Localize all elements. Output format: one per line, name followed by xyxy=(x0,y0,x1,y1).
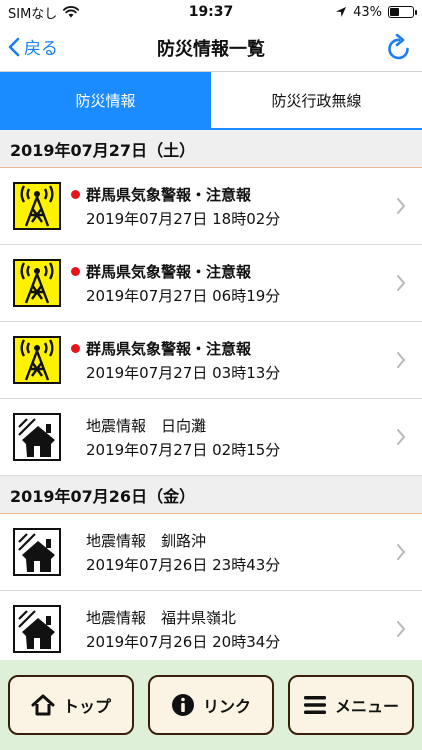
list-item-title: 群馬県気象警報・注意報 xyxy=(86,339,252,358)
page-title: 防災情報一覧 xyxy=(157,38,265,60)
list-item-title-line: 群馬県気象警報・注意報 xyxy=(71,338,280,359)
list-item-time: 2019年07月26日 23時43分 xyxy=(86,555,281,574)
tower-icon xyxy=(13,259,61,307)
tower-icon xyxy=(13,182,61,230)
battery-level xyxy=(390,8,400,16)
list-item[interactable]: 群馬県気象警報・注意報 2019年07月27日 03時13分 xyxy=(0,322,422,399)
chevron-right-icon xyxy=(397,429,405,445)
top-button[interactable]: トップ xyxy=(8,675,134,735)
battery-percent: 43% xyxy=(353,4,382,20)
unread-dot-spacer xyxy=(71,613,80,622)
list-item-title: 地震情報 釧路沖 xyxy=(86,531,207,550)
list-item-body: 地震情報 釧路沖 2019年07月26日 23時43分 xyxy=(71,530,280,575)
list-item-body: 群馬県気象警報・注意報 2019年07月27日 06時19分 xyxy=(71,261,280,306)
list-item-title: 地震情報 福井県嶺北 xyxy=(86,608,237,627)
chevron-right-icon xyxy=(397,352,405,368)
list-item[interactable]: 群馬県気象警報・注意報 2019年07月27日 18時02分 xyxy=(0,168,422,245)
location-arrow-icon xyxy=(336,7,347,17)
chevron-left-icon xyxy=(8,37,20,56)
top-button-label: トップ xyxy=(62,697,111,716)
list-item-body: 群馬県気象警報・注意報 2019年07月27日 03時13分 xyxy=(71,338,280,383)
list-item-body: 地震情報 福井県嶺北 2019年07月26日 20時34分 xyxy=(71,607,280,652)
unread-dot-spacer xyxy=(71,421,80,430)
list-item-time: 2019年07月27日 02時15分 xyxy=(86,440,281,459)
info-list: 2019年07月27日（土） 群馬県気象警報・注意報 2019年07月27日 1… xyxy=(0,130,422,660)
earthquake-house-icon xyxy=(13,528,61,576)
carrier-label: SIMなし xyxy=(8,6,58,22)
refresh-button[interactable] xyxy=(386,33,412,66)
list-item-title: 地震情報 日向灘 xyxy=(86,416,207,435)
hamburger-menu-icon xyxy=(303,696,326,714)
back-button-label: 戻る xyxy=(24,39,58,59)
unread-dot-spacer xyxy=(71,536,80,545)
menu-button-label: メニュー xyxy=(334,697,399,716)
unread-dot xyxy=(71,189,80,199)
bottom-bar: トップ リンク メニュー xyxy=(0,660,422,750)
list-item-title: 群馬県気象警報・注意報 xyxy=(86,185,252,204)
list-item[interactable]: 地震情報 日向灘 2019年07月27日 02時15分 xyxy=(0,399,422,476)
section-header: 2019年07月27日（土） xyxy=(0,130,422,168)
earthquake-house-icon xyxy=(13,413,61,461)
list-item-title-line: 群馬県気象警報・注意報 xyxy=(71,184,280,205)
status-left: SIMなし xyxy=(8,3,80,22)
tab-disaster-radio[interactable]: 防災行政無線 xyxy=(211,72,422,128)
unread-dot xyxy=(71,343,80,353)
list-item-title-line: 地震情報 釧路沖 xyxy=(71,530,280,551)
earthquake-house-icon xyxy=(13,605,61,653)
list-item-title-line: 群馬県気象警報・注意報 xyxy=(71,261,280,282)
list-item[interactable]: 地震情報 釧路沖 2019年07月26日 23時43分 xyxy=(0,514,422,591)
list-item[interactable]: 地震情報 福井県嶺北 2019年07月26日 20時34分 xyxy=(0,591,422,660)
list-item-body: 群馬県気象警報・注意報 2019年07月27日 18時02分 xyxy=(71,184,280,229)
list-item[interactable]: 群馬県気象警報・注意報 2019年07月27日 06時19分 xyxy=(0,245,422,322)
chevron-right-icon xyxy=(397,275,405,291)
unread-dot xyxy=(71,266,80,276)
list-item-title-line: 地震情報 日向灘 xyxy=(71,415,280,436)
list-item-time: 2019年07月27日 03時13分 xyxy=(86,363,281,382)
list-item-time: 2019年07月26日 20時34分 xyxy=(86,632,281,651)
menu-button[interactable]: メニュー xyxy=(288,675,414,735)
tab-disaster-info[interactable]: 防災情報 xyxy=(0,72,211,128)
battery-icon xyxy=(388,6,417,18)
section-header: 2019年07月26日（金） xyxy=(0,476,422,514)
list-item-body: 地震情報 日向灘 2019年07月27日 02時15分 xyxy=(71,415,280,460)
list-item-title-line: 地震情報 福井県嶺北 xyxy=(71,607,280,628)
tab-bar: 防災情報 防災行政無線 xyxy=(0,72,422,130)
status-bar: SIMなし 19:37 43% xyxy=(0,0,422,24)
chevron-right-icon xyxy=(397,621,405,637)
list-item-time: 2019年07月27日 06時19分 xyxy=(86,286,281,305)
list-item-time: 2019年07月27日 18時02分 xyxy=(86,209,281,228)
list-item-title: 群馬県気象警報・注意報 xyxy=(86,262,252,281)
back-button[interactable]: 戻る xyxy=(8,34,58,59)
tower-icon xyxy=(13,336,61,384)
nav-bar: 戻る 防災情報一覧 xyxy=(0,24,422,72)
info-icon xyxy=(171,694,194,716)
home-icon xyxy=(31,694,55,716)
chevron-right-icon xyxy=(397,544,405,560)
link-button-label: リンク xyxy=(202,697,251,716)
status-right: 43% xyxy=(335,4,417,20)
refresh-icon xyxy=(388,33,409,60)
wifi-icon xyxy=(63,6,80,18)
chevron-right-icon xyxy=(397,198,405,214)
link-button[interactable]: リンク xyxy=(148,675,274,735)
